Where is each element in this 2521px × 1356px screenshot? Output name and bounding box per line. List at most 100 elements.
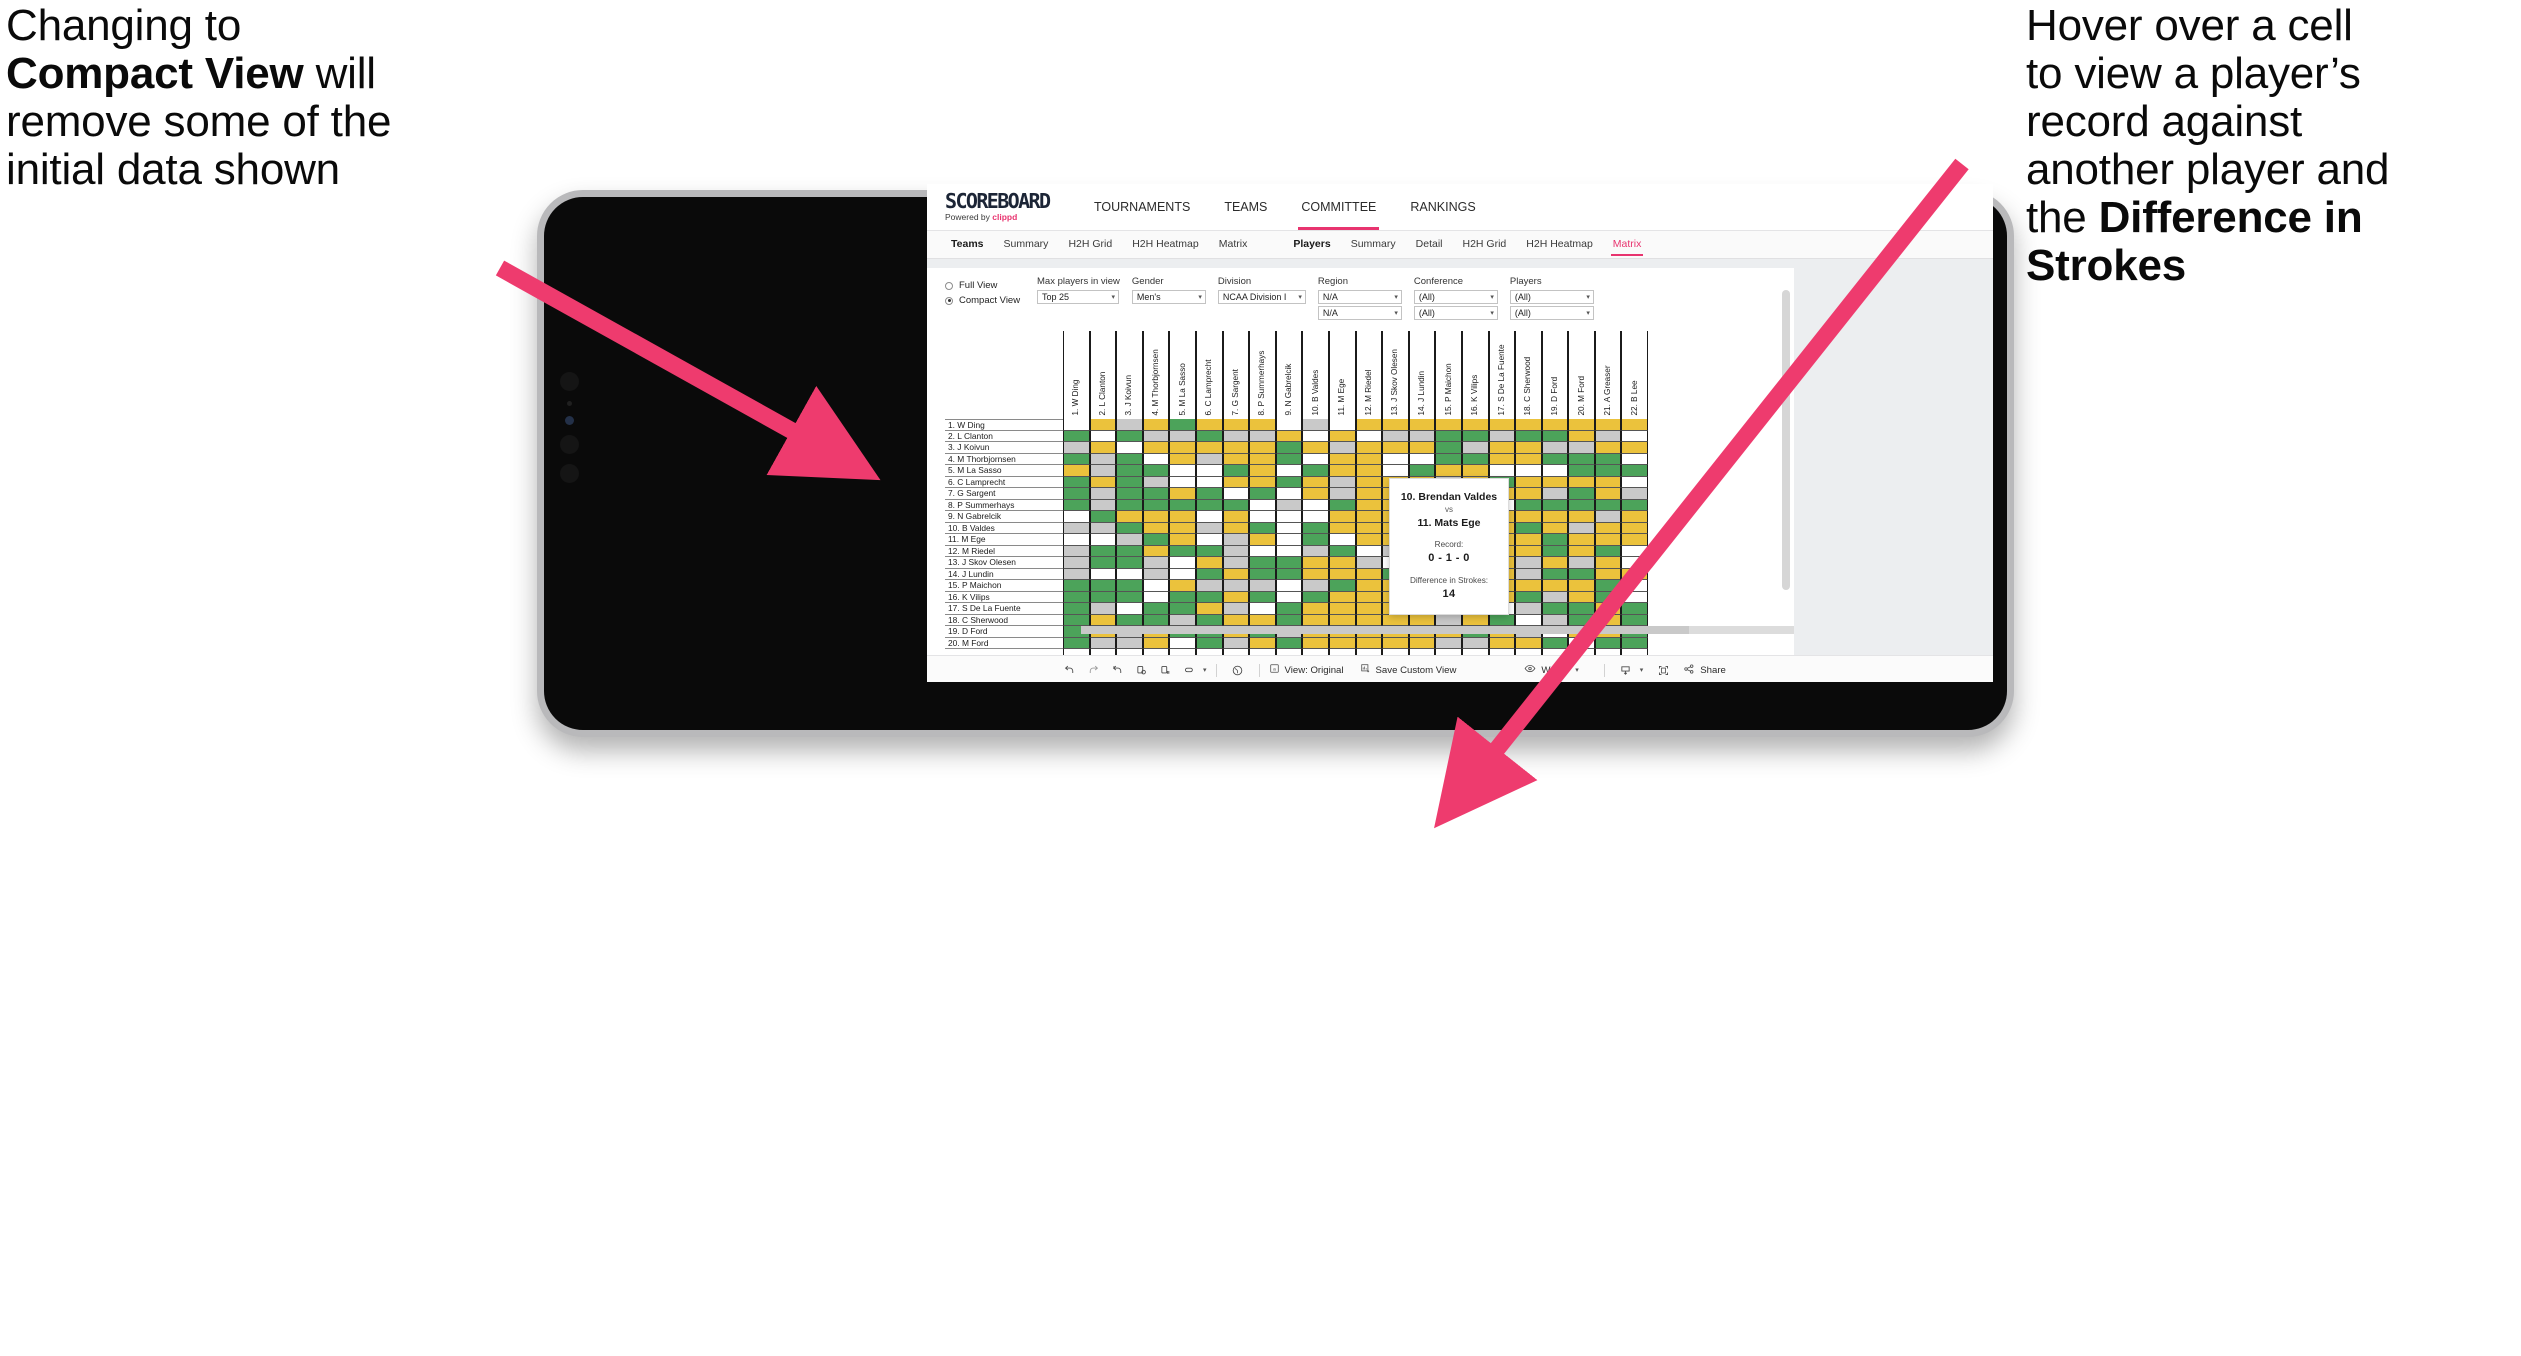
matrix-cell[interactable] [1089, 545, 1117, 558]
matrix-cell[interactable] [1195, 591, 1223, 604]
matrix-cell[interactable] [1222, 476, 1250, 489]
matrix-cell[interactable] [1249, 511, 1276, 523]
matrix-cell[interactable] [1594, 419, 1622, 431]
matrix-cell[interactable] [1621, 637, 1649, 650]
matrix-cell[interactable] [1249, 637, 1276, 650]
matrix-cell[interactable] [1116, 637, 1143, 650]
view-original-button[interactable]: a View: Original [1269, 663, 1344, 677]
matrix-cell[interactable] [1408, 637, 1436, 650]
chevron-down-icon[interactable]: ▾ [1394, 294, 1398, 301]
matrix-cell[interactable] [1594, 591, 1622, 604]
matrix-cell[interactable] [1169, 545, 1196, 558]
matrix-cell[interactable] [1116, 453, 1143, 466]
matrix-cell[interactable] [1169, 522, 1196, 535]
matrix-cell[interactable] [1328, 465, 1356, 477]
matrix-cell[interactable] [1302, 603, 1329, 615]
matrix-cell[interactable] [1275, 534, 1303, 546]
matrix-cell[interactable] [1302, 476, 1329, 489]
matrix-cell[interactable] [1116, 545, 1143, 558]
matrix-cell[interactable] [1222, 580, 1250, 592]
radio-dot-full-view[interactable] [945, 281, 953, 290]
matrix-cell[interactable] [1461, 465, 1489, 477]
sub-nav-h2h-heatmap[interactable]: H2H Heatmap [1516, 231, 1603, 258]
matrix-cell[interactable] [1249, 557, 1276, 569]
scrollbar-thumb[interactable] [1081, 626, 1689, 634]
matrix-cell[interactable] [1328, 488, 1356, 500]
matrix-cell[interactable] [1382, 453, 1409, 466]
matrix-cell[interactable] [1328, 580, 1356, 592]
matrix-cell[interactable] [1142, 419, 1170, 431]
matrix-cell[interactable] [1541, 465, 1569, 477]
matrix-cell[interactable] [1515, 580, 1542, 592]
sub-nav-summary[interactable]: Summary [994, 231, 1059, 258]
matrix-cell[interactable] [1116, 591, 1143, 604]
matrix-cell[interactable] [1195, 419, 1223, 431]
matrix-cell[interactable] [1435, 614, 1462, 627]
matrix-cell[interactable] [1594, 430, 1622, 443]
filter-select-region[interactable]: N/A ▾ [1317, 290, 1402, 304]
matrix-cell[interactable] [1488, 614, 1516, 627]
scrollbar-track[interactable] [1081, 626, 1799, 634]
matrix-cell[interactable] [1275, 591, 1303, 604]
matrix-cell[interactable] [1169, 430, 1196, 443]
matrix-cell[interactable] [1355, 465, 1383, 477]
matrix-cell[interactable] [1116, 568, 1143, 581]
matrix-cell[interactable] [1302, 442, 1329, 454]
matrix-cell[interactable] [1063, 453, 1090, 466]
matrix-cell[interactable] [1089, 603, 1117, 615]
chevron-down-icon[interactable]: ▾ [1298, 294, 1302, 301]
matrix-cell[interactable] [1515, 488, 1542, 500]
matrix-cell[interactable] [1515, 545, 1542, 558]
matrix-cell[interactable] [1089, 557, 1117, 569]
matrix-cell[interactable] [1621, 511, 1649, 523]
matrix-cell[interactable] [1515, 442, 1542, 454]
matrix-cell[interactable] [1541, 453, 1569, 466]
filter-select-region-2[interactable]: N/A ▾ [1317, 306, 1402, 320]
matrix-cell[interactable] [1275, 476, 1303, 489]
matrix-cell[interactable] [1089, 568, 1117, 581]
matrix-cell[interactable] [1302, 545, 1329, 558]
matrix-cell[interactable] [1063, 557, 1090, 569]
matrix-cell[interactable] [1195, 545, 1223, 558]
matrix-cell[interactable] [1089, 419, 1117, 431]
matrix-cell[interactable] [1116, 476, 1143, 489]
matrix-cell[interactable] [1515, 568, 1542, 581]
matrix-cell[interactable] [1222, 603, 1250, 615]
matrix-cell[interactable] [1568, 522, 1595, 535]
matrix-cell[interactable] [1116, 465, 1143, 477]
matrix-cell[interactable] [1515, 499, 1542, 512]
matrix-cell[interactable] [1195, 614, 1223, 627]
matrix-cell[interactable] [1302, 511, 1329, 523]
matrix-cell[interactable] [1382, 419, 1409, 431]
matrix-cell[interactable] [1594, 580, 1622, 592]
filter-select-gender[interactable]: Men's ▾ [1131, 290, 1206, 304]
matrix-cell[interactable] [1142, 545, 1170, 558]
matrix-cell[interactable] [1515, 465, 1542, 477]
matrix-cell[interactable] [1328, 545, 1356, 558]
matrix-cell[interactable] [1621, 419, 1649, 431]
sub-nav-teams[interactable]: Teams [941, 231, 994, 258]
matrix-cell[interactable] [1594, 557, 1622, 569]
matrix-cell[interactable] [1116, 522, 1143, 535]
matrix-cell[interactable] [1568, 476, 1595, 489]
matrix-cell[interactable] [1063, 499, 1090, 512]
matrix-cell[interactable] [1355, 580, 1383, 592]
matrix-cell[interactable] [1461, 614, 1489, 627]
matrix-cell[interactable] [1568, 614, 1595, 627]
matrix-cell[interactable] [1063, 442, 1090, 454]
matrix-cell[interactable] [1355, 614, 1383, 627]
matrix-cell[interactable] [1275, 568, 1303, 581]
matrix-cell[interactable] [1515, 637, 1542, 650]
matrix-cell[interactable] [1461, 419, 1489, 431]
matrix-cell[interactable] [1063, 568, 1090, 581]
matrix-cell[interactable] [1382, 465, 1409, 477]
matrix-cell[interactable] [1116, 488, 1143, 500]
matrix-cell[interactable] [1594, 568, 1622, 581]
matrix-cell[interactable] [1063, 488, 1090, 500]
matrix-cell[interactable] [1169, 511, 1196, 523]
matrix-cell[interactable] [1621, 614, 1649, 627]
matrix-cell[interactable] [1541, 580, 1569, 592]
matrix-cell[interactable] [1515, 534, 1542, 546]
matrix-cell[interactable] [1408, 430, 1436, 443]
matrix-cell[interactable] [1195, 511, 1223, 523]
